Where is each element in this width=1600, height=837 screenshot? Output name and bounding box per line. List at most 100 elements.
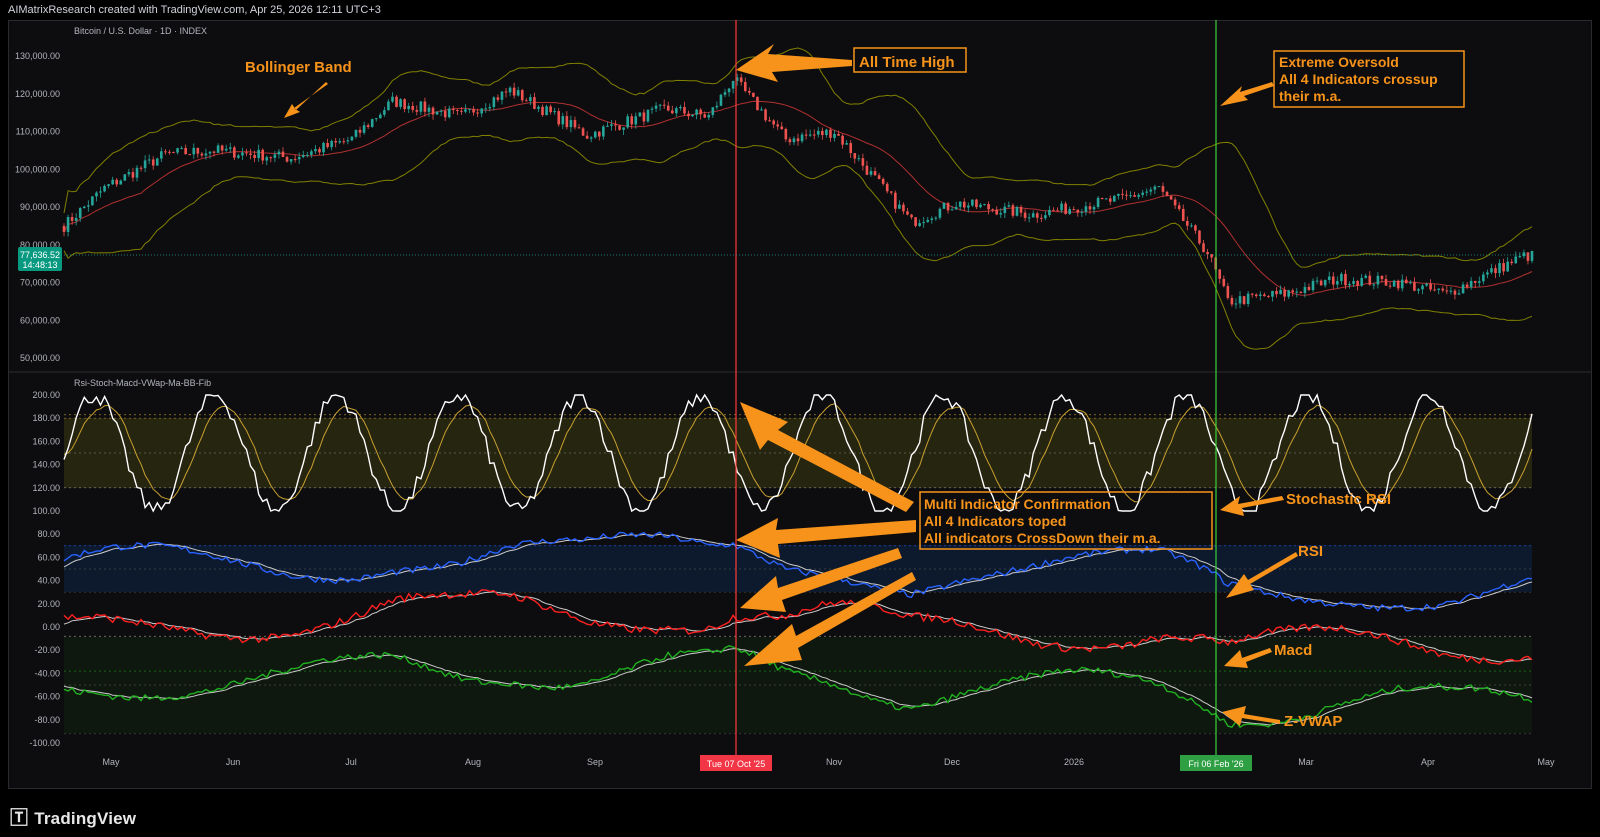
candle-body xyxy=(253,154,256,159)
osc-axis-tick: 80.00 xyxy=(37,529,60,539)
tradingview-brand: TradingView xyxy=(34,809,137,828)
candle-body xyxy=(614,124,617,126)
candle-body xyxy=(1465,284,1469,288)
candle-body xyxy=(261,149,265,161)
candle-body xyxy=(301,155,305,158)
candle-body xyxy=(1445,290,1449,292)
candle-body xyxy=(151,159,155,166)
candle-body xyxy=(1360,277,1363,286)
candle-body xyxy=(1380,275,1384,280)
candle-body xyxy=(1060,203,1063,211)
candle-body xyxy=(1327,276,1331,281)
candle-body xyxy=(87,205,90,207)
chart-canvas[interactable]: 130,000.00 120,000.00 110,000.00 100,000.00… xyxy=(8,20,1592,789)
candle-body xyxy=(318,148,321,153)
candle-body xyxy=(1352,280,1355,284)
candle-body xyxy=(431,107,435,115)
candle-body xyxy=(675,108,678,114)
candle-body xyxy=(1052,209,1055,211)
candle-body xyxy=(212,151,216,153)
candle-body xyxy=(82,206,86,209)
candle-body xyxy=(374,118,378,120)
candle-body xyxy=(419,101,423,112)
candle-body xyxy=(1169,196,1173,200)
candle-body xyxy=(342,141,346,143)
candle-body xyxy=(833,133,836,138)
candle-body xyxy=(589,137,593,139)
candle-body xyxy=(873,171,877,176)
candle-body xyxy=(792,138,796,143)
candle-body xyxy=(602,126,605,137)
candle-body xyxy=(1364,275,1368,278)
candle-body xyxy=(452,108,455,110)
candle-body xyxy=(1161,186,1165,192)
indicator-title: Rsi-Stoch-Macd-VWap-Ma-BB-Fib xyxy=(74,378,211,388)
candle-body xyxy=(1133,195,1136,197)
candle-body xyxy=(111,179,114,185)
candle-body xyxy=(902,204,905,212)
time-axis-tick: 2026 xyxy=(1064,757,1084,767)
candle-body xyxy=(1457,293,1461,295)
candle-body xyxy=(573,120,577,128)
candle-body xyxy=(581,128,585,136)
candle-body xyxy=(119,180,123,185)
tradingview-mark-icon: 🅃 xyxy=(10,808,29,828)
candle-body xyxy=(764,109,767,121)
candle-body xyxy=(354,129,358,137)
candle-body xyxy=(1125,194,1128,196)
osc-axis-tick: 140.00 xyxy=(32,460,60,470)
candle-body xyxy=(127,172,131,175)
candle-body xyxy=(524,100,528,102)
candle-body xyxy=(877,175,881,179)
annotation-ath: All Time High xyxy=(859,54,955,71)
tradingview-logo[interactable]: 🅃 TradingView xyxy=(10,804,136,830)
candle-body xyxy=(1141,192,1144,195)
candle-body xyxy=(808,134,812,136)
candle-body xyxy=(1186,220,1189,226)
candle-body xyxy=(91,196,94,206)
candle-body xyxy=(537,106,540,109)
candle-body xyxy=(443,110,447,118)
candle-body xyxy=(208,151,212,154)
candle-body xyxy=(1100,197,1104,199)
time-axis-tick: Nov xyxy=(826,757,843,767)
candle-body xyxy=(387,101,390,111)
candle-body xyxy=(650,108,654,110)
candle-body xyxy=(1506,261,1509,272)
candle-body xyxy=(906,211,909,215)
osc-axis-tick: -100.00 xyxy=(29,738,60,748)
candle-body xyxy=(403,99,406,110)
candle-body xyxy=(228,147,232,149)
candle-body xyxy=(1283,289,1286,297)
candle-body xyxy=(460,110,463,112)
candle-body xyxy=(1433,289,1436,291)
candle-body xyxy=(496,97,500,100)
candle-body xyxy=(196,147,200,154)
candle-body xyxy=(658,104,662,106)
candle-body xyxy=(1522,252,1526,257)
annotation-oversold-2: All 4 Indicators crossup xyxy=(1279,71,1438,87)
candle-body xyxy=(845,143,848,145)
candle-body xyxy=(679,106,682,109)
price-axis-tick: 70,000.00 xyxy=(20,278,60,288)
candle-body xyxy=(164,151,167,153)
osc-axis-tick: -20.00 xyxy=(34,645,60,655)
candle-body xyxy=(399,99,402,107)
candle-body xyxy=(987,204,990,210)
candle-body xyxy=(1177,205,1181,209)
candle-body xyxy=(265,157,269,161)
candle-body xyxy=(1441,288,1445,291)
price-axis-tick: 110,000.00 xyxy=(16,127,60,137)
time-axis-tick: Jun xyxy=(226,757,241,767)
candle-body xyxy=(1108,198,1112,202)
candle-body xyxy=(1035,213,1039,218)
candle-body xyxy=(565,116,569,128)
candle-body xyxy=(224,148,228,151)
candle-body xyxy=(188,154,192,156)
time-axis-tick: May xyxy=(102,757,120,767)
candle-body xyxy=(277,151,281,155)
candle-body xyxy=(1429,283,1432,290)
candle-body xyxy=(480,108,483,114)
candle-body xyxy=(95,192,98,197)
arrow-bollinger xyxy=(284,82,328,118)
